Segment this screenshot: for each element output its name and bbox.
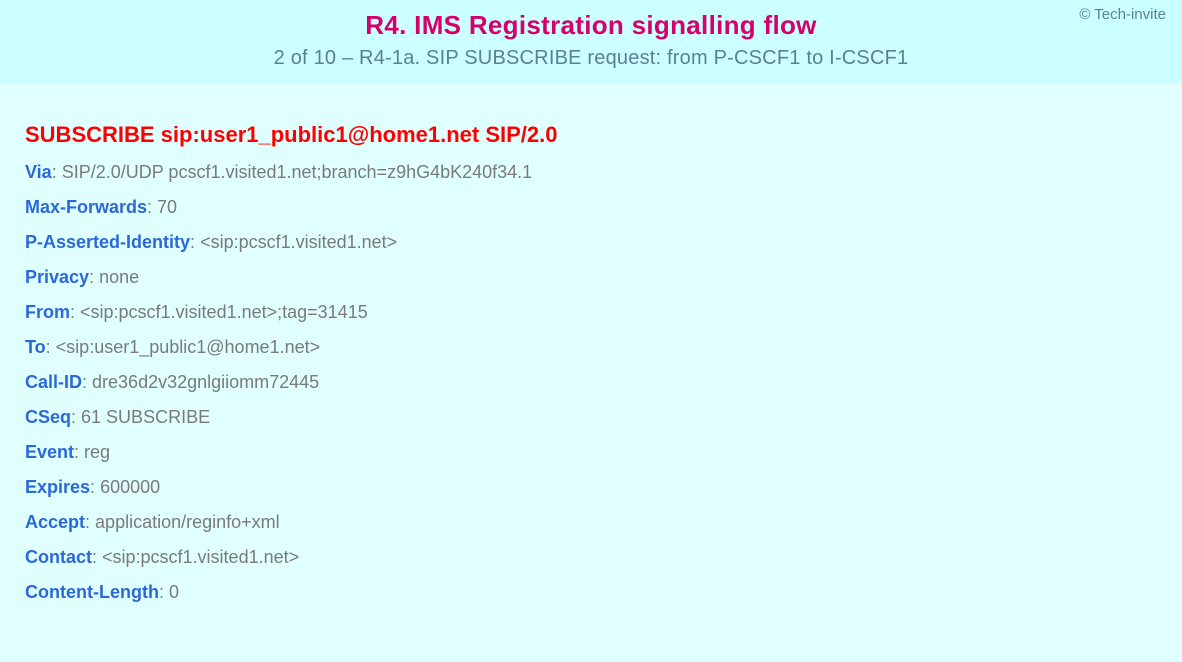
sip-header-separator: :	[71, 407, 81, 427]
sip-header-row: Privacy: none	[25, 267, 1182, 288]
sip-header-row: Contact: <sip:pcscf1.visited1.net>	[25, 547, 1182, 568]
sip-header-value: <sip:pcscf1.visited1.net>	[200, 232, 397, 252]
sip-header-name: Privacy	[25, 267, 89, 287]
sip-header-row: Expires: 600000	[25, 477, 1182, 498]
sip-header-name: Via	[25, 162, 52, 182]
sip-header-separator: :	[90, 477, 100, 497]
sip-header-separator: :	[46, 337, 56, 357]
sip-header-separator: :	[70, 302, 80, 322]
sip-header-value: <sip:pcscf1.visited1.net>;tag=31415	[80, 302, 368, 322]
sip-header-name: To	[25, 337, 46, 357]
sip-request-line: SUBSCRIBE sip:user1_public1@home1.net SI…	[25, 122, 1182, 148]
sip-header-row: To: <sip:user1_public1@home1.net>	[25, 337, 1182, 358]
sip-header-row: Max-Forwards: 70	[25, 197, 1182, 218]
sip-header-separator: :	[74, 442, 84, 462]
sip-header-value: 70	[157, 197, 177, 217]
sip-header-name: From	[25, 302, 70, 322]
sip-header-value: dre36d2v32gnlgiiomm72445	[92, 372, 319, 392]
sip-header-row: Event: reg	[25, 442, 1182, 463]
sip-header-separator: :	[147, 197, 157, 217]
sip-header-separator: :	[85, 512, 95, 532]
sip-header-name: Contact	[25, 547, 92, 567]
sip-header-separator: :	[159, 582, 169, 602]
sip-header-value: 600000	[100, 477, 160, 497]
sip-header-value: <sip:pcscf1.visited1.net>	[102, 547, 299, 567]
sip-header-value: reg	[84, 442, 110, 462]
sip-header-row: From: <sip:pcscf1.visited1.net>;tag=3141…	[25, 302, 1182, 323]
sip-header-value: application/reginfo+xml	[95, 512, 280, 532]
sip-message-content: SUBSCRIBE sip:user1_public1@home1.net SI…	[0, 84, 1182, 603]
sip-header-name: Max-Forwards	[25, 197, 147, 217]
sip-header-separator: :	[82, 372, 92, 392]
sip-header-row: P-Asserted-Identity: <sip:pcscf1.visited…	[25, 232, 1182, 253]
sip-headers-list: Via: SIP/2.0/UDP pcscf1.visited1.net;bra…	[25, 162, 1182, 603]
sip-header-name: Expires	[25, 477, 90, 497]
copyright-label: © Tech-invite	[1079, 6, 1166, 23]
sip-header-separator: :	[89, 267, 99, 287]
sip-header-row: Content-Length: 0	[25, 582, 1182, 603]
sip-header-row: Via: SIP/2.0/UDP pcscf1.visited1.net;bra…	[25, 162, 1182, 183]
sip-header-value: 0	[169, 582, 179, 602]
sip-header-value: <sip:user1_public1@home1.net>	[56, 337, 320, 357]
sip-header-row: Call-ID: dre36d2v32gnlgiiomm72445	[25, 372, 1182, 393]
sip-header-separator: :	[190, 232, 200, 252]
sip-header-name: Call-ID	[25, 372, 82, 392]
sip-header-value: none	[99, 267, 139, 287]
sip-header-value: SIP/2.0/UDP pcscf1.visited1.net;branch=z…	[62, 162, 532, 182]
page-subtitle: 2 of 10 – R4-1a. SIP SUBSCRIBE request: …	[0, 47, 1182, 70]
sip-header-row: CSeq: 61 SUBSCRIBE	[25, 407, 1182, 428]
sip-header-name: P-Asserted-Identity	[25, 232, 190, 252]
sip-header-name: CSeq	[25, 407, 71, 427]
header-band: R4. IMS Registration signalling flow 2 o…	[0, 0, 1182, 84]
sip-header-name: Accept	[25, 512, 85, 532]
sip-header-value: 61 SUBSCRIBE	[81, 407, 210, 427]
sip-header-separator: :	[92, 547, 102, 567]
sip-header-name: Event	[25, 442, 74, 462]
sip-header-separator: :	[52, 162, 62, 182]
sip-header-row: Accept: application/reginfo+xml	[25, 512, 1182, 533]
sip-header-name: Content-Length	[25, 582, 159, 602]
page-title: R4. IMS Registration signalling flow	[0, 10, 1182, 41]
